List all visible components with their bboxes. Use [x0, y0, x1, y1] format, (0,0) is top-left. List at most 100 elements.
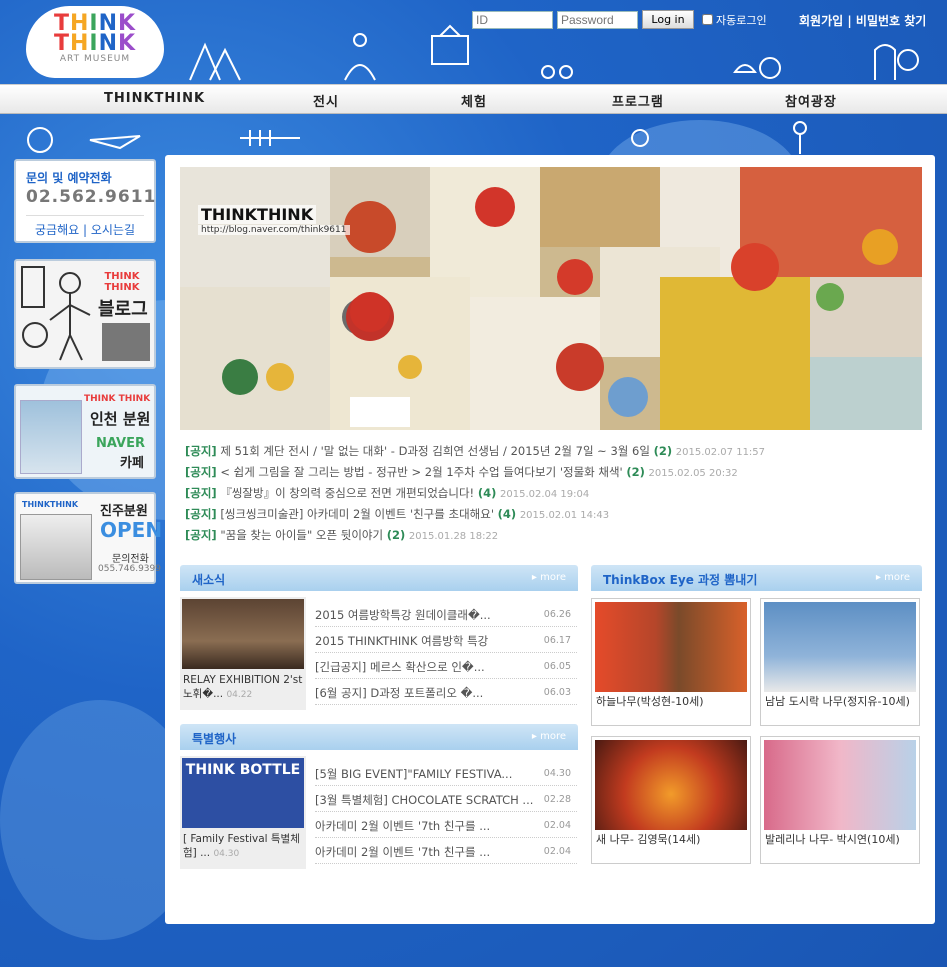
- artwork-caption: 남남 도시락 나무(정지유-10세): [765, 695, 910, 708]
- main-nav: THINKTHINK 전시 체험 프로그램 참여광장: [0, 84, 947, 114]
- list-item-text: 아카데미 2월 이벤트 '7th 친구를 ...: [315, 819, 491, 833]
- link-separator: |: [843, 14, 856, 28]
- more-label: more: [884, 572, 910, 583]
- incheon-brand: THINK THINK: [84, 394, 151, 404]
- logo-subtitle: ART MUSEUM: [59, 54, 131, 64]
- events-list: [5월 BIG EVENT]"FAMILY FESTIVA... 04.30 [3…: [315, 760, 577, 864]
- jinju-open: OPEN: [100, 518, 163, 542]
- notice-count: (2): [653, 444, 673, 458]
- notice-date: 2015.02.07 11:57: [675, 447, 766, 458]
- list-item[interactable]: [5월 BIG EVENT]"FAMILY FESTIVA... 04.30: [315, 760, 577, 786]
- list-item[interactable]: 2015 THINKTHINK 여름방학 특강 06.17: [315, 627, 577, 653]
- contact-links: 궁금해요 | 오시는길: [26, 215, 144, 238]
- top-links: 회원가입 | 비밀번호 찾기: [799, 12, 926, 29]
- list-item[interactable]: 아카데미 2월 이벤트 '7th 친구를 ... 02.04: [315, 838, 577, 864]
- naver-label: NAVER: [96, 436, 146, 451]
- incheon-banner[interactable]: THINK THINK 인천 분원 NAVER 카페: [14, 384, 156, 479]
- caption-text: [ Family Festival 특별체험] ...: [183, 833, 300, 859]
- thinkbox-item[interactable]: 발레리나 나무- 박시연(10세): [760, 736, 920, 864]
- nav-item-community[interactable]: 참여광장: [785, 91, 837, 110]
- blog-image: [102, 323, 150, 361]
- notice-tag: [공지]: [185, 507, 217, 521]
- auto-login-checkbox[interactable]: 자동로그인: [702, 12, 767, 28]
- jinju-title: 진주분원: [100, 504, 148, 519]
- events-thumbnail[interactable]: THINK BOTTLE [ Family Festival 특별체험] ...…: [180, 756, 306, 869]
- thinkbox-header: ThinkBox Eye 과정 뽐내기 ▸ more: [591, 565, 922, 591]
- notice-row[interactable]: [공지] 제 51회 계단 전시 / '말 없는 대화' - D과정 김희연 선…: [185, 443, 905, 464]
- nav-item-experience[interactable]: 체험: [461, 91, 487, 110]
- jinju-banner[interactable]: THINKTHINK 진주분원 OPEN 문의전화 055.746.9399: [14, 492, 162, 584]
- jinju-phone: 055.746.9399: [98, 564, 161, 574]
- more-label: more: [540, 572, 566, 583]
- header: THINK THINK ART MUSEUM Log in 자동로그인 회원가입…: [0, 0, 947, 84]
- notice-row[interactable]: [공지] "꿈을 찾는 아이들" 오픈 뒷이야기 (2) 2015.01.28 …: [185, 527, 905, 548]
- nav-item-exhibition[interactable]: 전시: [313, 91, 339, 110]
- notice-date: 2015.02.01 14:43: [519, 510, 610, 521]
- notice-text[interactable]: "꿈을 찾는 아이들" 오픈 뒷이야기: [220, 528, 383, 542]
- list-item[interactable]: [긴급공지] 메르스 확산으로 인�... 06.05: [315, 653, 577, 679]
- news-header: 새소식 ▸ more: [180, 565, 578, 591]
- news-more-link[interactable]: ▸ more: [532, 572, 566, 583]
- password-input[interactable]: [557, 10, 638, 29]
- notice-date: 2015.02.05 20:32: [648, 468, 738, 479]
- thinkbox-item[interactable]: 새 나무- 김영묵(14세): [591, 736, 751, 864]
- find-password-link[interactable]: 비밀번호 찾기: [856, 14, 926, 28]
- notice-date: 2015.01.28 18:22: [408, 531, 499, 542]
- list-item[interactable]: 아카데미 2월 이벤트 '7th 친구를 ... 02.04: [315, 812, 577, 838]
- notice-tag: [공지]: [185, 444, 217, 458]
- artwork-image: [764, 602, 916, 692]
- contact-box: 문의 및 예약전화 02.562.9611 궁금해요 | 오시는길: [14, 159, 156, 243]
- contact-phone: 02.562.9611: [26, 187, 157, 207]
- blog-banner[interactable]: THINK THINK 블로그: [14, 259, 156, 369]
- caption-date: 04.30: [213, 849, 240, 859]
- artwork-caption: 하늘나무(박성현-10세): [596, 695, 704, 708]
- list-item[interactable]: 2015 여름방학특강 원데이클래�... 06.26: [315, 601, 577, 627]
- logo-line2: THINK: [53, 31, 137, 56]
- hero-title: THINKTHINK: [198, 205, 317, 224]
- id-input[interactable]: [472, 10, 553, 29]
- jinju-building-image: [20, 514, 92, 580]
- cafe-label: 카페: [120, 456, 144, 471]
- contact-title: 문의 및 예약전화: [26, 171, 112, 185]
- list-item[interactable]: [6월 공지] D과정 포트폴리오 �... 06.03: [315, 679, 577, 705]
- auto-login-check[interactable]: [702, 14, 713, 25]
- notice-tag: [공지]: [185, 528, 217, 542]
- notice-row[interactable]: [공지] [씽크씽크미술관] 아카데미 2월 이벤트 '친구를 초대해요' (4…: [185, 506, 905, 527]
- blog-brand: THINK THINK: [104, 271, 140, 293]
- thinkbox-title: ThinkBox Eye 과정 뽐내기: [603, 573, 758, 587]
- thinkbox-more-link[interactable]: ▸ more: [876, 572, 910, 583]
- events-more-link[interactable]: ▸ more: [532, 731, 566, 742]
- notice-text[interactable]: < 쉽게 그림을 잘 그리는 방법 - 정규반 > 2월 1주차 수업 들여다보…: [220, 465, 622, 479]
- thumb-text: THINK BOTTLE: [185, 762, 301, 778]
- list-item[interactable]: [3월 특별체험] CHOCOLATE SCRATCH ... 02.28: [315, 786, 577, 812]
- news-thumbnail[interactable]: RELAY EXHIBITION 2'st 노휘�... 04.22: [180, 597, 306, 710]
- notice-row[interactable]: [공지] < 쉽게 그림을 잘 그리는 방법 - 정규반 > 2월 1주차 수업…: [185, 464, 905, 485]
- notice-row[interactable]: [공지] 『씽잘방』이 창의력 중심으로 전면 개편되었습니다! (4) 201…: [185, 485, 905, 506]
- logo[interactable]: THINK THINK ART MUSEUM: [26, 6, 164, 78]
- list-item-text: 아카데미 2월 이벤트 '7th 친구를 ...: [315, 845, 491, 859]
- news-thumbnail-image: [182, 599, 304, 669]
- login-form: Log in 자동로그인: [472, 10, 767, 29]
- notice-count: (4): [497, 507, 517, 521]
- notice-list: [공지] 제 51회 계단 전시 / '말 없는 대화' - D과정 김희연 선…: [185, 443, 905, 548]
- list-item-date: 02.04: [543, 846, 571, 857]
- artwork-caption: 발레리나 나무- 박시연(10세): [765, 833, 900, 846]
- thinkbox-item[interactable]: 하늘나무(박성현-10세): [591, 598, 751, 726]
- hero-banner[interactable]: THINKTHINK http://blog.naver.com/think96…: [180, 167, 922, 430]
- directions-link[interactable]: 오시는길: [91, 223, 135, 237]
- faq-link[interactable]: 궁금해요: [35, 223, 79, 237]
- notice-text[interactable]: 제 51회 계단 전시 / '말 없는 대화' - D과정 김희연 선생님 / …: [220, 444, 650, 458]
- notice-count: (2): [626, 465, 645, 479]
- notice-text[interactable]: 『씽잘방』이 창의력 중심으로 전면 개편되었습니다!: [220, 486, 474, 500]
- nav-item-program[interactable]: 프로그램: [612, 91, 664, 110]
- login-button[interactable]: Log in: [642, 10, 694, 29]
- doodle-decoration: [27, 121, 807, 154]
- join-link[interactable]: 회원가입: [799, 14, 843, 28]
- nav-item-thinkthink[interactable]: THINKTHINK: [104, 91, 205, 106]
- thinkbox-item[interactable]: 남남 도시락 나무(정지유-10세): [760, 598, 920, 726]
- main-content: THINKTHINK http://blog.naver.com/think96…: [165, 155, 935, 924]
- list-item-date: 04.30: [543, 768, 571, 779]
- list-item-text: [6월 공지] D과정 포트폴리오 �...: [315, 686, 484, 700]
- notice-text[interactable]: [씽크씽크미술관] 아카데미 2월 이벤트 '친구를 초대해요': [220, 507, 494, 521]
- list-item-text: 2015 THINKTHINK 여름방학 특강: [315, 634, 489, 648]
